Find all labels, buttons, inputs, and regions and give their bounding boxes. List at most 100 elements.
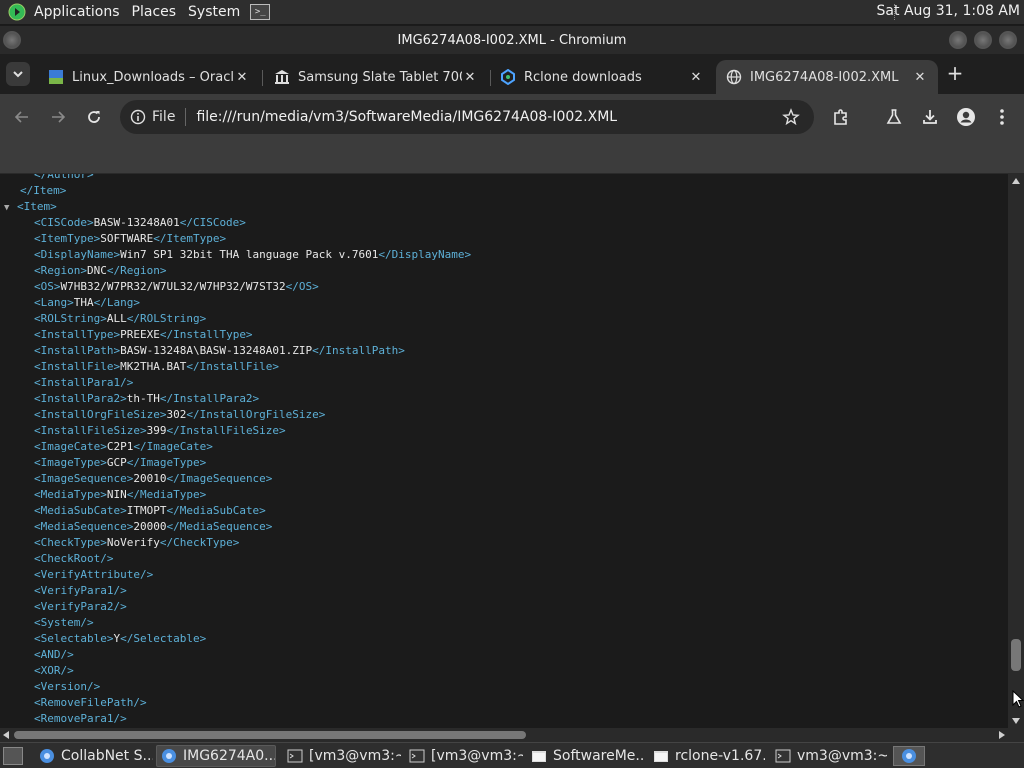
minimize-button[interactable] (949, 31, 967, 49)
maximize-button[interactable] (974, 31, 992, 49)
taskbar-button-label: rclone-v1.67.... (675, 748, 765, 764)
folder-icon (531, 748, 547, 764)
xml-element-row-collapsible[interactable]: ▼ <Item> (4, 199, 57, 215)
taskbar-button[interactable]: SoftwareMe... (526, 745, 644, 767)
close-icon[interactable]: ✕ (234, 70, 250, 85)
taskbar-button[interactable]: rclone-v1.67.... (648, 745, 766, 767)
xml-line: <VerifyAttribute/> (34, 567, 153, 583)
address-bar[interactable]: File file:///run/media/vm3/SoftwareMedia… (120, 100, 814, 134)
xml-text-value: 302 (166, 408, 187, 421)
xml-line: <Selectable>Y</Selectable> (34, 631, 206, 647)
xml-line: </Item> (20, 183, 66, 199)
menu-button[interactable] (990, 105, 1014, 129)
bookmark-star-icon[interactable] (782, 108, 800, 130)
xml-tag-close: </DisplayName> (378, 248, 472, 261)
url-text[interactable]: file:///run/media/vm3/SoftwareMedia/IMG6… (196, 109, 617, 125)
xml-text-value: MK2THA.BAT (120, 360, 187, 373)
xml-tag-open: <InstallOrgFileSize> (34, 408, 167, 421)
reload-button[interactable] (82, 105, 106, 129)
xml-tag-open: <OS> (34, 280, 61, 293)
extensions-button[interactable] (829, 105, 853, 129)
vertical-scrollbar[interactable] (1008, 174, 1024, 728)
window-title: IMG6274A08-I002.XML - Chromium (397, 32, 627, 48)
taskbar-button[interactable]: [vm3@vm3:~] (404, 745, 524, 767)
xml-tag-open: <Lang> (34, 296, 74, 309)
close-icon[interactable]: ✕ (688, 70, 704, 85)
new-tab-button[interactable]: + (944, 62, 966, 84)
downloads-button[interactable] (918, 105, 942, 129)
xml-viewer[interactable]: </Author> </Item> ▼ <Item> <CISCode>BASW-132… (0, 174, 1008, 728)
xml-tag-close: </MediaSequence> (166, 520, 273, 533)
taskbar-button[interactable]: IMG6274A0... (156, 745, 276, 767)
xml-tag-open: <RemoveFilePath/> (34, 696, 147, 709)
close-icon[interactable]: ✕ (912, 70, 928, 85)
tab-xml-active[interactable]: IMG6274A08-I002.XML ✕ (716, 60, 938, 94)
xml-line: <Region>DNC</Region> (34, 263, 166, 279)
chromium-tray-icon[interactable] (893, 746, 925, 766)
xml-tag-close: </OS> (285, 280, 319, 293)
xml-text-value: C2P1 (106, 440, 134, 453)
menu-applications[interactable]: Applications (28, 4, 126, 20)
xml-tag-open: <Version/> (34, 680, 101, 693)
xml-tag-close: </InstallPara2> (159, 392, 260, 405)
xml-text-value: NIN (106, 488, 127, 501)
xml-tag-close: </CheckType> (159, 536, 240, 549)
xml-line: <Lang>THA</Lang> (34, 295, 140, 311)
xml-tag-open: <ImageCate> (34, 440, 107, 453)
window-title-bar[interactable]: IMG6274A08-I002.XML - Chromium (0, 26, 1024, 54)
labs-button[interactable] (882, 105, 906, 129)
xml-tag-open: <Item> (17, 200, 57, 213)
horizontal-scroll-thumb[interactable] (14, 731, 526, 739)
xml-tag-close: </MediaSubCate> (166, 504, 266, 517)
arrow-right-icon (52, 111, 66, 123)
site-info-button[interactable]: File (130, 109, 175, 125)
xml-line: <ItemType>SOFTWARE</ItemType> (34, 231, 226, 247)
taskbar-button[interactable]: CollabNet S... (34, 745, 154, 767)
xml-line: <MediaType>NIN</MediaType> (34, 487, 206, 503)
scroll-up-icon[interactable] (1012, 178, 1020, 184)
xml-text-value: Win7 SP1 32bit THA language Pack v.7601 (120, 248, 379, 261)
xml-line: <InstallOrgFileSize>302</InstallOrgFileS… (34, 407, 325, 423)
close-window-button[interactable] (999, 31, 1017, 49)
mouse-pointer-icon (1012, 689, 1024, 712)
reload-icon (88, 111, 100, 123)
taskbar-button[interactable]: [vm3@vm3:~] (282, 745, 402, 767)
close-icon[interactable]: ✕ (462, 70, 478, 85)
scroll-left-icon[interactable] (3, 731, 9, 739)
forward-button[interactable] (46, 105, 70, 129)
xml-text-value: BASW-13248A\BASW-13248A01.ZIP (120, 344, 313, 357)
xml-tag-open: <ImageSequence> (34, 472, 134, 485)
scroll-down-icon[interactable] (1012, 718, 1020, 724)
clock[interactable]: Sat Aug 31, 1:08 AM (877, 3, 1020, 19)
tab-samsung[interactable]: Samsung Slate Tablet 700 ✕ (264, 60, 488, 94)
xml-tag-close: </Region> (106, 264, 167, 277)
xml-tag-close: </ImageCate> (133, 440, 213, 453)
browser-toolbar: File file:///run/media/vm3/SoftwareMedia… (0, 94, 1024, 140)
menu-system[interactable]: System (182, 4, 246, 20)
xml-tag-open: <VerifyPara1/> (34, 584, 127, 597)
xml-text-value: DNC (86, 264, 107, 277)
xml-text-value: 20010 (133, 472, 167, 485)
show-desktop-button[interactable] (3, 747, 23, 765)
arrow-left-icon (14, 111, 28, 123)
back-button[interactable] (10, 105, 34, 129)
scroll-corner (1008, 728, 1024, 742)
xml-text-value: PREEXE (120, 328, 160, 341)
profile-button[interactable] (954, 105, 978, 129)
xml-line: <InstallPara2>th-TH</InstallPara2> (34, 391, 259, 407)
scroll-right-icon[interactable] (999, 731, 1005, 739)
taskbar-button[interactable]: vm3@vm3:~... (770, 745, 888, 767)
xml-tag-open: <MediaSequence> (34, 520, 134, 533)
vertical-scroll-thumb[interactable] (1011, 639, 1021, 671)
tab-oracle[interactable]: Linux_Downloads – Oracle ✕ (38, 60, 260, 94)
taskbar-button-label: [vm3@vm3:~] (431, 748, 523, 764)
distro-logo-icon[interactable] (6, 1, 28, 23)
window-menu-button[interactable] (3, 31, 21, 49)
terminal-launcher-icon[interactable]: >_ (250, 4, 271, 20)
menu-places[interactable]: Places (126, 4, 183, 20)
tab-rclone[interactable]: Rclone downloads ✕ (490, 60, 714, 94)
collapse-triangle-icon[interactable]: ▼ (4, 200, 13, 216)
horizontal-scrollbar[interactable] (0, 728, 1008, 742)
tab-search-button[interactable] (6, 62, 30, 86)
xml-tag-open: <CISCode> (34, 216, 94, 229)
